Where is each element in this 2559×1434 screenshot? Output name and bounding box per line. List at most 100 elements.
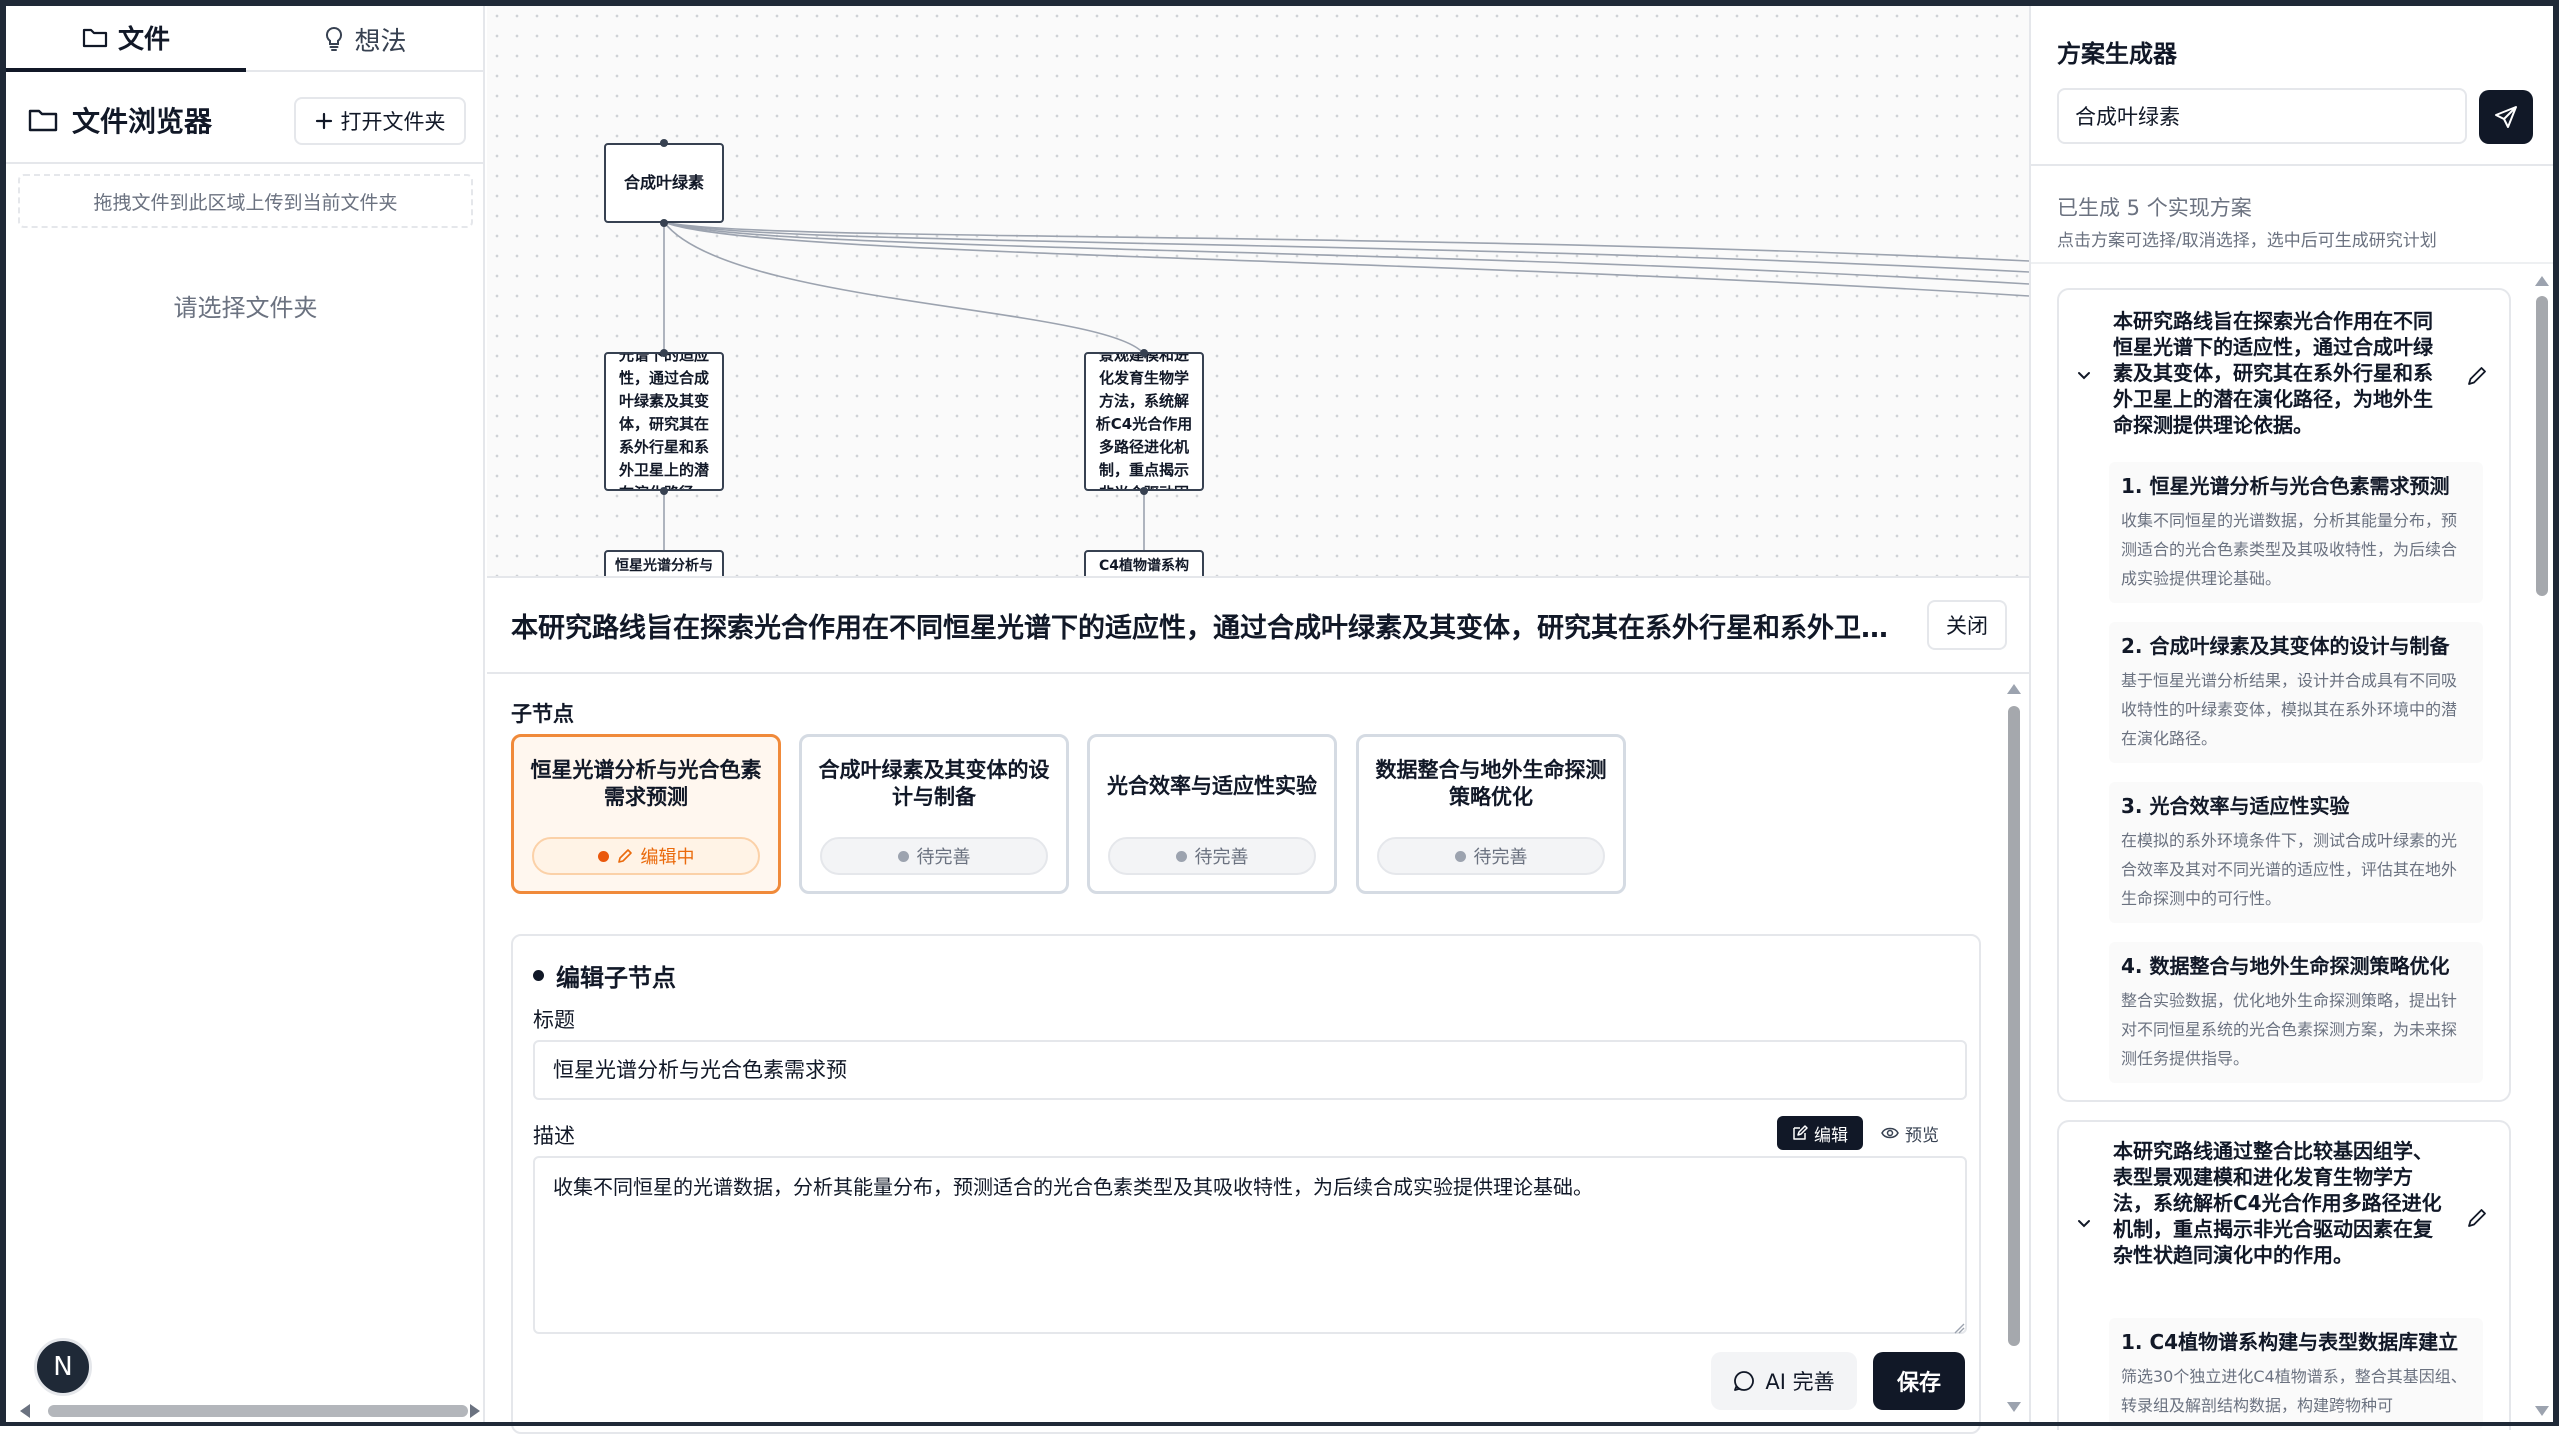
plan-step-title: 1. 恒星光谱分析与光合色素需求预测 — [2121, 474, 2450, 498]
pencil-icon[interactable] — [2465, 364, 2489, 388]
scrollbar-thumb[interactable] — [48, 1405, 468, 1417]
divider — [487, 672, 2029, 674]
scrollbar-thumb[interactable] — [2008, 706, 2020, 1346]
chat-bubble-icon — [1734, 1371, 1755, 1391]
sidebar-tabs: 文件 想法 — [6, 6, 485, 72]
scrollbar-thumb[interactable] — [2536, 296, 2548, 596]
plan-step-desc: 收集不同恒星的光谱数据，分析其能量分布，预测适合的光合色素类型及其吸收特性，为后… — [2121, 511, 2458, 588]
grandchild-node-c[interactable]: 恒星光谱分析与光合色 — [604, 550, 724, 576]
detail-scrollbar[interactable] — [2007, 684, 2021, 1412]
preview-toggle-label: 预览 — [1905, 1125, 1939, 1146]
ai-refine-button[interactable]: AI 完善 — [1711, 1352, 1857, 1410]
plan-title: 本研究路线旨在探索光合作用在不同恒星光谱下的适应性，通过合成叶绿素及其变体，研究… — [2113, 309, 2433, 437]
chevron-down-icon[interactable] — [2075, 366, 2093, 384]
tab-ideas[interactable]: 想法 — [246, 6, 485, 72]
plus-icon — [315, 112, 332, 130]
file-sidebar: 文件 想法 文件浏览器 打开文件夹 拖拽文件到此区域上传到当前文件夹 请选择文件… — [6, 6, 485, 1422]
plan-card[interactable]: 本研究路线旨在探索光合作用在不同恒星光谱下的适应性，通过合成叶绿素及其变体，研究… — [2057, 288, 2511, 1102]
title-input[interactable]: 恒星光谱分析与光合色素需求预 — [533, 1040, 1967, 1100]
status-badge: 待完善 — [820, 837, 1048, 875]
title-label: 标题 — [533, 1008, 575, 1032]
child-node-a-text: 光谱下的适应性，通过合成叶绿素及其变体，研究其在系外行星和系外卫星上的潜在演化路… — [618, 352, 709, 489]
file-browser-header: 文件浏览器 打开文件夹 — [6, 72, 485, 164]
tab-files-label: 文件 — [117, 24, 170, 55]
scroll-down-icon[interactable] — [2007, 1402, 2021, 1412]
node-handle[interactable] — [660, 139, 668, 147]
send-icon — [2495, 106, 2517, 128]
plan-step-desc: 筛选30个独立进化C4植物谱系，整合其基因组、转录组及解剖结构数据，构建跨物种可 — [2121, 1367, 2467, 1415]
horizontal-scrollbar[interactable] — [20, 1404, 480, 1418]
status-badge: 待完善 — [1108, 837, 1316, 875]
avatar[interactable]: N — [34, 1338, 92, 1396]
scroll-up-icon[interactable] — [2535, 276, 2549, 286]
root-node[interactable]: 合成叶绿素 — [604, 143, 724, 223]
plan-step: 4. 数据整合与地外生命探测策略优化 整合实验数据，优化地外生命探测策略，提出针… — [2109, 942, 2483, 1083]
tab-files[interactable]: 文件 — [6, 6, 246, 72]
plan-step-title: 3. 光合效率与适应性实验 — [2121, 794, 2350, 818]
description-textarea[interactable]: 收集不同恒星的光谱数据，分析其能量分布，预测适合的光合色素类型及其吸收特性，为后… — [533, 1156, 1967, 1334]
plan-card[interactable]: 本研究路线通过整合比较基因组学、表型景观建模和进化发育生物学方法，系统解析C4光… — [2057, 1120, 2511, 1430]
app-window: 文件 想法 文件浏览器 打开文件夹 拖拽文件到此区域上传到当前文件夹 请选择文件… — [0, 0, 2559, 1434]
scroll-left-icon[interactable] — [20, 1404, 30, 1418]
edit-toggle-label: 编辑 — [1814, 1125, 1848, 1146]
topic-input[interactable]: 合成叶绿素 — [2057, 88, 2467, 144]
child-card-title: 光合效率与适应性实验 — [1107, 774, 1317, 798]
plan-step-desc: 整合实验数据，优化地外生命探测策略，提出针对不同恒星系统的光合色素探测方案，为未… — [2121, 991, 2458, 1068]
plan-count: 已生成 5 个实现方案 — [2057, 196, 2252, 220]
plan-step: 2. 合成叶绿素及其变体的设计与制备 基于恒星光谱分析结果，设计并合成具有不同吸… — [2109, 622, 2483, 763]
scroll-up-icon[interactable] — [2007, 684, 2021, 694]
divider — [2031, 262, 2555, 264]
child-card-title: 恒星光谱分析与光合色素需求预测 — [530, 758, 762, 809]
edit-toggle-button[interactable]: 编辑 — [1777, 1116, 1863, 1150]
preview-toggle-button[interactable]: 预览 — [1867, 1116, 1953, 1150]
plan-step: 1. C4植物谱系构建与表型数据库建立 筛选30个独立进化C4植物谱系，整合其基… — [2109, 1318, 2483, 1430]
status-text: 编辑中 — [640, 847, 695, 868]
plan-step: 1. 恒星光谱分析与光合色素需求预测 收集不同恒星的光谱数据，分析其能量分布，预… — [2109, 462, 2483, 603]
node-detail-panel: 本研究路线旨在探索光合作用在不同恒星光谱下的适应性，通过合成叶绿素及其变体，研究… — [487, 576, 2029, 1434]
child-card[interactable]: 恒星光谱分析与光合色素需求预测 编辑中 — [511, 734, 781, 894]
child-node-b[interactable]: 景观建模和进化发育生物学方法，系统解析C4光合作用多路径进化机制，重点揭示非光合… — [1084, 352, 1204, 491]
status-dot — [897, 850, 909, 862]
grandchild-node-d[interactable]: C4植物谱系构建与表型 — [1084, 550, 1204, 576]
eye-icon — [1881, 1127, 1899, 1139]
detail-title: 本研究路线旨在探索光合作用在不同恒星光谱下的适应性，通过合成叶绿素及其变体，研究… — [511, 613, 1911, 644]
close-button[interactable]: 关闭 — [1927, 600, 2007, 650]
node-handle[interactable] — [1140, 349, 1148, 357]
status-text: 待完善 — [916, 847, 971, 868]
divider — [2031, 164, 2555, 166]
resize-handle-icon[interactable] — [1953, 1322, 1965, 1334]
open-folder-label: 打开文件夹 — [340, 110, 446, 134]
status-dot — [597, 850, 609, 862]
scroll-right-icon[interactable] — [470, 1404, 480, 1418]
plan-generator-panel: 方案生成器 合成叶绿素 已生成 5 个实现方案 点击方案可选择/取消选择，选中后… — [2029, 6, 2555, 1430]
node-handle[interactable] — [660, 487, 668, 495]
child-node-b-text: 景观建模和进化发育生物学方法，系统解析C4光合作用多路径进化机制，重点揭示非光合… — [1095, 352, 1193, 489]
open-folder-button[interactable]: 打开文件夹 — [294, 97, 466, 145]
node-handle[interactable] — [660, 349, 668, 357]
pencil-icon[interactable] — [2465, 1206, 2489, 1230]
bullet-icon — [533, 970, 544, 981]
child-card[interactable]: 光合效率与适应性实验 待完善 — [1087, 734, 1337, 894]
mindmap-canvas[interactable]: 合成叶绿素 光谱下的适应性，通过合成叶绿素及其变体，研究其在系外行星和系外卫星上… — [487, 6, 2029, 576]
send-button[interactable] — [2479, 90, 2533, 144]
edit-heading-text: 编辑子节点 — [556, 964, 676, 992]
node-handle[interactable] — [1140, 487, 1148, 495]
scroll-down-icon[interactable] — [2535, 1406, 2549, 1416]
chevron-down-icon[interactable] — [2075, 1214, 2093, 1232]
node-handle[interactable] — [660, 219, 668, 227]
plan-generator-title: 方案生成器 — [2057, 40, 2177, 68]
plan-list-scrollbar[interactable] — [2535, 276, 2549, 1416]
child-card[interactable]: 数据整合与地外生命探测策略优化 待完善 — [1356, 734, 1626, 894]
status-dot — [1175, 850, 1187, 862]
child-card[interactable]: 合成叶绿素及其变体的设计与制备 待完善 — [799, 734, 1069, 894]
save-button[interactable]: 保存 — [1873, 1352, 1965, 1410]
window-right-edge — [2553, 0, 2559, 1426]
file-browser-title-text: 文件浏览器 — [72, 105, 213, 138]
plan-hint: 点击方案可选择/取消选择，选中后可生成研究计划 — [2057, 231, 2437, 251]
child-node-a[interactable]: 光谱下的适应性，通过合成叶绿素及其变体，研究其在系外行星和系外卫星上的潜在演化路… — [604, 352, 724, 491]
child-card-title: 数据整合与地外生命探测策略优化 — [1375, 758, 1607, 809]
upload-dropzone[interactable]: 拖拽文件到此区域上传到当前文件夹 — [18, 174, 473, 228]
lightbulb-icon — [326, 26, 343, 51]
edit-heading: 编辑子节点 — [533, 958, 676, 993]
tab-ideas-label: 想法 — [354, 26, 407, 57]
